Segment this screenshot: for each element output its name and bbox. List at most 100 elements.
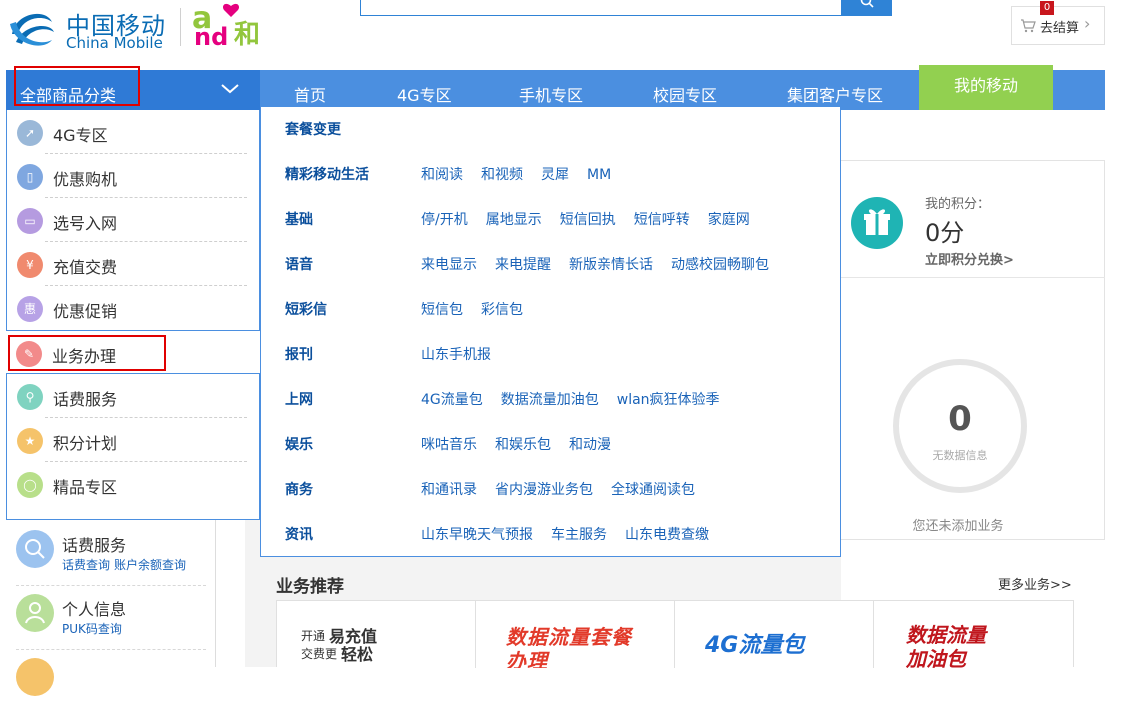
submenu-category[interactable]: 娱乐 [285,434,313,454]
category-item-phone-deals[interactable]: ▯ 优惠购机 [15,154,247,198]
category-item-4g[interactable]: ➚ 4G专区 [15,110,247,154]
submenu-row: 套餐变更 [285,119,825,143]
service-title: 话费服务 [62,536,127,555]
submenu-link[interactable]: MM [587,167,611,183]
nav-4g[interactable]: 4G专区 [397,82,452,106]
recommend-card-easy-recharge[interactable]: 开通 易充值 交费更 轻松 [277,601,476,668]
submenu-link[interactable]: 和动漫 [569,434,611,454]
service-more[interactable] [16,650,206,714]
all-categories-button[interactable]: 全部商品分类 [6,66,260,110]
brand-he-text: 和 [234,20,261,50]
category-item-bill-service[interactable]: ⚲ 话费服务 [15,374,247,418]
nav-enterprise[interactable]: 集团客户专区 [787,82,883,106]
bill-query-link[interactable]: 话费查询 [62,558,110,572]
cart-icon [1021,19,1036,33]
coin-icon [16,658,54,696]
nav-campus[interactable]: 校园专区 [653,82,717,106]
no-business-text: 您还未添加业务 [912,519,1004,534]
points-icon: ★ [17,428,43,454]
redeem-points-link[interactable]: 立即积分兑换> [925,249,1014,268]
nav-my-mobile[interactable]: 我的移动 [919,65,1053,110]
submenu-link[interactable]: 短信呼转 [634,209,690,229]
search-icon: ⚲ [17,384,43,410]
brand-nd-text: nd [194,23,229,51]
service-links: PUK码查询 [62,620,126,637]
submenu-link[interactable]: 山东手机报 [421,344,491,364]
and-brand-logo[interactable]: a nd 和 [192,2,276,51]
heart-icon [222,3,240,18]
gift-icon [851,197,903,249]
category-label: 优惠促销 [53,302,118,321]
card-text: 数据流量套餐办理 [506,625,632,668]
submenu-link[interactable]: 彩信包 [481,299,523,319]
submenu-link[interactable]: 新版亲情长话 [569,254,653,274]
search-button[interactable] [842,0,892,16]
submenu-link[interactable]: 和阅读 [421,164,463,184]
business-count-ring: 0 无数据信息 [893,359,1027,493]
category-item-business[interactable]: ✎ 业务办理 [6,330,261,374]
submenu-row: 精彩移动生活 和阅读 和视频 灵犀 MM [285,164,825,188]
business-count: 0 [948,399,972,439]
recommend-card-data-plan[interactable]: 数据流量套餐办理 [476,601,675,668]
recommend-card-data-booster[interactable]: 数据流量加油包 [874,601,1073,668]
china-mobile-logo[interactable]: 中国移动 China Mobile [6,4,176,52]
submenu-category[interactable]: 上网 [285,389,313,409]
balance-query-link[interactable]: 账户余额查询 [114,558,186,572]
more-business-link[interactable]: 更多业务>> [998,574,1072,593]
submenu-link[interactable]: 山东早晚天气预报 [421,524,533,544]
search-icon [16,530,54,568]
submenu-link[interactable]: 属地显示 [486,209,542,229]
points-label: 我的积分： [925,197,991,212]
submenu-link[interactable]: 4G流量包 [421,389,483,409]
submenu-link[interactable]: 动感校园畅聊包 [671,254,769,274]
submenu-row: 语音 来电显示 来电提醒 新版亲情长话 动感校园畅聊包 [285,254,825,278]
submenu-link[interactable]: 山东电费查缴 [625,524,709,544]
nav-home[interactable]: 首页 [294,82,326,106]
submenu-category[interactable]: 精彩移动生活 [285,164,369,184]
category-label: 精品专区 [53,478,118,497]
category-list: ➚ 4G专区 ▯ 优惠购机 ▭ 选号入网 ¥ 充值交费 惠 优惠促销 ⚲ 话费服… [6,110,260,520]
submenu-link[interactable]: 短信回执 [560,209,616,229]
service-personal-info[interactable]: 个人信息 PUK码查询 [16,586,206,650]
service-bill[interactable]: 话费服务 话费查询 账户余额查询 [16,522,206,586]
submenu-category[interactable]: 报刊 [285,344,313,364]
cart-checkout-button[interactable]: 0 去结算 › [1011,1,1105,45]
category-item-premium[interactable]: ◯ 精品专区 [15,462,247,506]
submenu-link[interactable]: 和视频 [481,164,523,184]
submenu-link[interactable]: 灵犀 [541,164,569,184]
category-item-number-select[interactable]: ▭ 选号入网 [15,198,247,242]
submenu-link[interactable]: 和通讯录 [421,479,477,499]
submenu-row: 短彩信 短信包 彩信包 [285,299,825,323]
submenu-category[interactable]: 基础 [285,209,313,229]
sim-card-icon: ▭ [17,208,43,234]
submenu-link[interactable]: 来电显示 [421,254,477,274]
phone-icon: ▯ [17,164,43,190]
submenu-category[interactable]: 套餐变更 [285,119,341,139]
submenu-links: 和阅读 和视频 灵犀 MM [421,164,629,184]
submenu-link[interactable]: 全球通阅读包 [611,479,695,499]
search-input[interactable] [360,0,842,16]
recommend-card-4g-package[interactable]: 4G流量包 [675,601,874,668]
submenu-category[interactable]: 语音 [285,254,313,274]
category-item-points[interactable]: ★ 积分计划 [15,418,247,462]
submenu-category[interactable]: 短彩信 [285,299,327,319]
submenu-link[interactable]: 停/开机 [421,209,468,229]
submenu-link[interactable]: 咪咕音乐 [421,434,477,454]
nav-phones[interactable]: 手机专区 [519,82,583,106]
submenu-row: 上网 4G流量包 数据流量加油包 wlan疯狂体验季 [285,389,825,413]
submenu-link[interactable]: 短信包 [421,299,463,319]
submenu-link[interactable]: 和娱乐包 [495,434,551,454]
puk-query-link[interactable]: PUK码查询 [62,622,122,636]
submenu-link[interactable]: 数据流量加油包 [501,389,599,409]
submenu-link[interactable]: 来电提醒 [495,254,551,274]
submenu-link[interactable]: wlan疯狂体验季 [617,389,720,409]
submenu-link[interactable]: 家庭网 [708,209,750,229]
yen-icon: ¥ [17,252,43,278]
submenu-category[interactable]: 商务 [285,479,313,499]
submenu-category[interactable]: 资讯 [285,524,313,544]
category-item-recharge[interactable]: ¥ 充值交费 [15,242,247,286]
category-item-promotions[interactable]: 惠 优惠促销 [15,286,247,330]
submenu-link[interactable]: 车主服务 [551,524,607,544]
submenu-link[interactable]: 省内漫游业务包 [495,479,593,499]
main-navbar: 全部商品分类 首页 4G专区 手机专区 校园专区 集团客户专区 我的移动 [6,65,1105,110]
